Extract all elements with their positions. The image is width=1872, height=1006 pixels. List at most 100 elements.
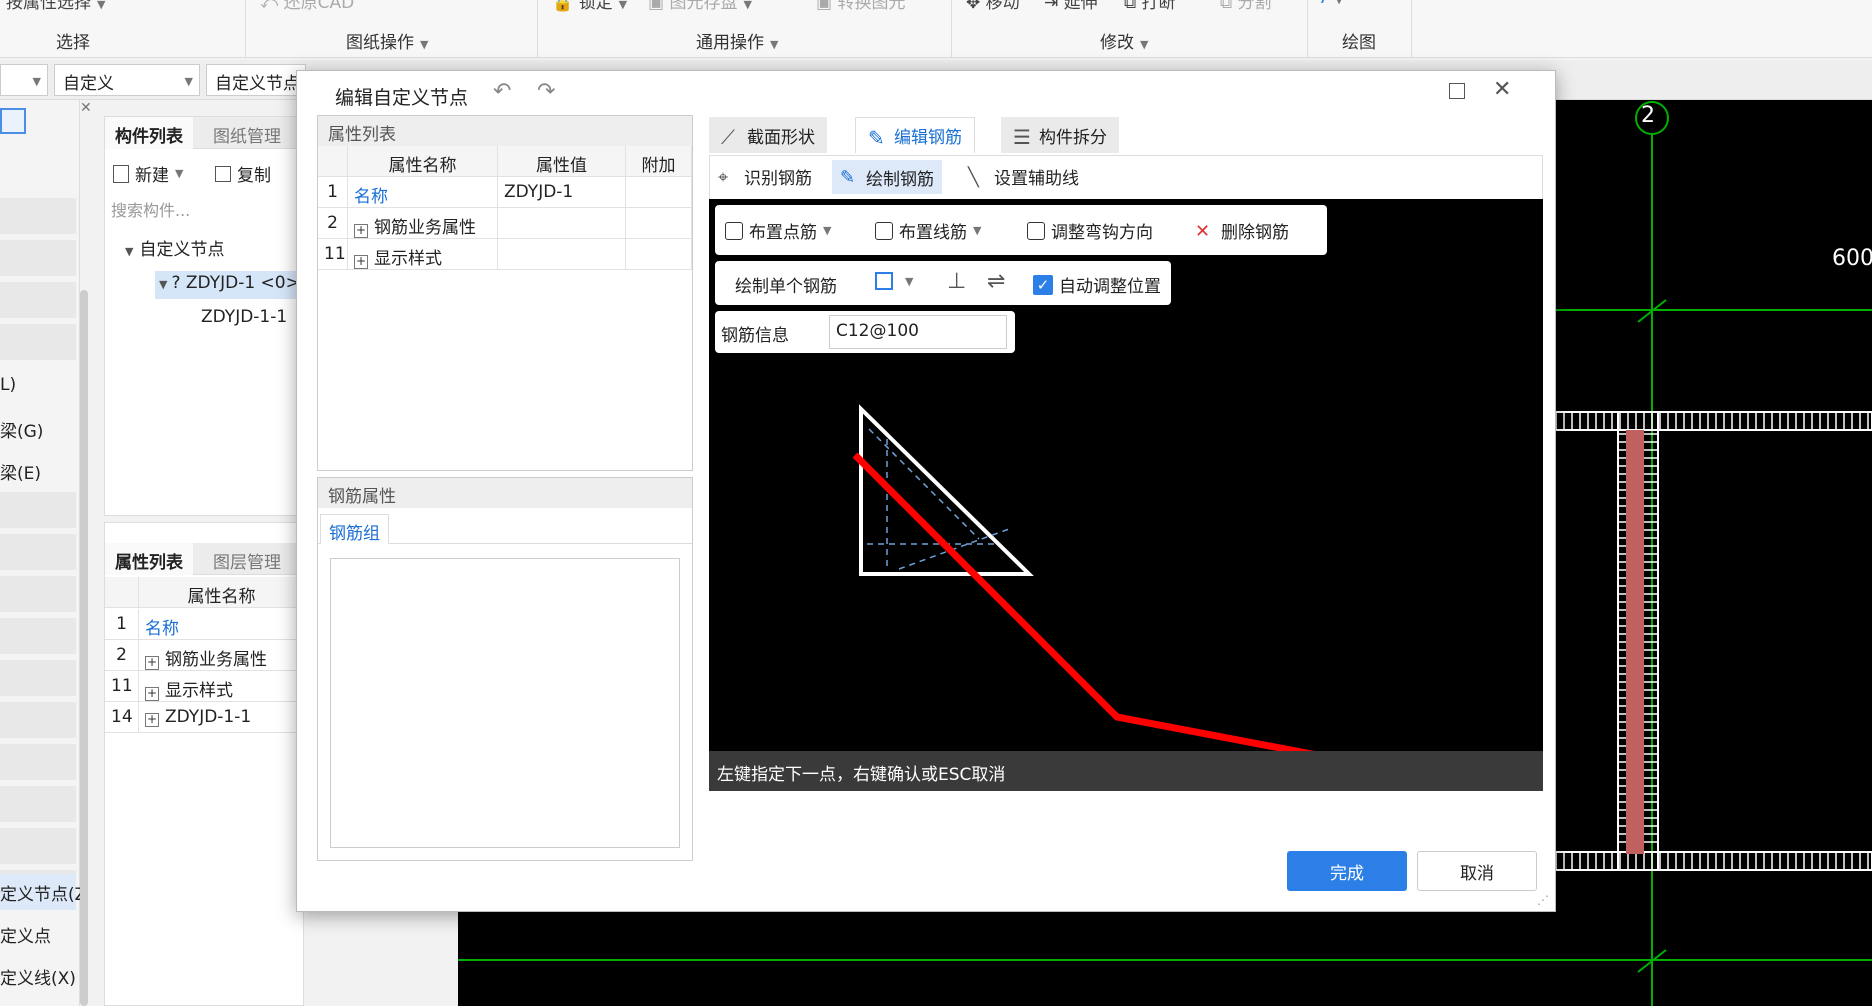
table-row[interactable]: 14 + ZDYJD-1-1	[105, 702, 305, 733]
subtype-combo[interactable]: 自定义节点	[206, 64, 306, 96]
restore-cad-button[interactable]: ⤺ 还原CAD	[260, 0, 354, 13]
cancel-button[interactable]: 取消	[1417, 851, 1537, 891]
aux-line	[898, 528, 1010, 570]
tree-leaf[interactable]: ZDYJD-1-1	[201, 307, 287, 327]
tab-edit-rebar[interactable]: ✎ 编辑钢筋	[855, 117, 975, 153]
undo-icon[interactable]: ↶	[493, 79, 511, 104]
rebar-canvas[interactable]: 布置点筋 ▼ 布置线筋 ▼ 调整弯钩方向 ✕ 删除钢筋 绘制单个钢筋 ▼ ⊥ ⇌ ✓ 自…	[709, 199, 1543, 791]
table-row[interactable]: 11 + 显示样式	[318, 239, 692, 270]
nav-item[interactable]	[0, 618, 76, 654]
nav-item[interactable]	[0, 744, 76, 780]
subtool-bar: ⌖ 识别钢筋 ✎ 绘制钢筋 ╲ 设置辅助线	[709, 155, 1543, 199]
nav-item[interactable]	[0, 786, 76, 822]
lock-button[interactable]: 🔒 锁定 ▼	[552, 0, 627, 13]
expand-icon[interactable]: +	[145, 656, 159, 670]
search-input[interactable]: 搜索构件...	[111, 197, 190, 221]
nav-item[interactable]	[0, 828, 76, 864]
nav-item[interactable]	[0, 198, 76, 234]
draw-tool-button[interactable]: 7▼	[1318, 0, 1343, 8]
table-row[interactable]: 1 名称	[105, 609, 305, 640]
tab-drawing-manage[interactable]: 图纸管理	[203, 117, 291, 149]
nav-item[interactable]	[0, 702, 76, 738]
aux-line-icon: ╲	[968, 166, 979, 188]
checkbox-checked-icon: ✓	[1033, 274, 1053, 295]
rebar-attr-title: 钢筋属性	[318, 478, 692, 508]
table-row[interactable]: 1 名称 ZDYJD-1	[318, 177, 692, 208]
tab-component-split[interactable]: ☰ 构件拆分	[1001, 117, 1119, 153]
nav-item-label[interactable]: 定义节点(Z	[0, 880, 86, 905]
table-row[interactable]: 2 + 钢筋业务属性	[105, 640, 305, 671]
adjust-hook-button[interactable]: 调整弯钩方向	[1027, 218, 1153, 243]
tab-rebar-group[interactable]: 钢筋组	[320, 514, 389, 544]
draw-rebar-button[interactable]: ✎ 绘制钢筋	[832, 160, 942, 194]
copy-button[interactable]: 复制	[215, 161, 271, 186]
nav-item[interactable]	[0, 534, 76, 570]
ribbon-label-modify[interactable]: 修改 ▼	[1100, 28, 1148, 53]
nav-item[interactable]	[0, 324, 76, 360]
tree-item-selected[interactable]: ▼? ZDYJD-1 <0>	[155, 271, 305, 299]
place-line-rebar-button[interactable]: 布置线筋 ▼	[875, 218, 981, 243]
save-element-button[interactable]: ▣ 图元存盘 ▼	[648, 0, 752, 13]
nav-item-label[interactable]: 梁(E)	[0, 459, 41, 484]
tab-property-list[interactable]: 属性列表	[105, 543, 193, 575]
nav-item-label[interactable]: L)	[0, 375, 16, 395]
tab-component-list[interactable]: 构件列表	[105, 117, 193, 149]
ribbon-label-drawing[interactable]: 图纸操作 ▼	[346, 28, 428, 53]
nav-item[interactable]	[0, 282, 76, 318]
hook-icon	[1027, 221, 1045, 240]
nav-scrollbar[interactable]	[80, 290, 88, 1006]
close-icon[interactable]: ✕	[80, 100, 96, 116]
nav-item-label[interactable]: 定义点	[0, 922, 51, 947]
rect-shape-button[interactable]: ▼	[875, 272, 913, 290]
extend-button[interactable]: ⇥ 延伸	[1044, 0, 1098, 13]
rebar-info-input[interactable]: C12@100	[829, 315, 1007, 349]
place-point-rebar-button[interactable]: 布置点筋 ▼	[725, 218, 831, 243]
tab-layer-manage[interactable]: 图层管理	[203, 543, 291, 575]
finish-button[interactable]: 完成	[1287, 851, 1407, 891]
expand-icon[interactable]: +	[354, 255, 368, 269]
new-button[interactable]: 新建 ▼	[113, 161, 183, 186]
nav-item[interactable]	[0, 240, 76, 276]
type-combo[interactable]: 自定义 ▼	[54, 64, 200, 96]
resize-grip-icon[interactable]: ⋰	[1537, 893, 1549, 907]
new-icon	[113, 164, 129, 183]
nav-item[interactable]	[0, 492, 76, 528]
header-attr-name: 属性名称	[139, 577, 305, 608]
table-row[interactable]: 2 + 钢筋业务属性	[318, 208, 692, 239]
auto-adjust-checkbox[interactable]: ✓ 自动调整位置	[1033, 272, 1161, 297]
rebar-group-list[interactable]	[330, 558, 680, 848]
single-rebar-bar: 绘制单个钢筋 ▼ ⊥ ⇌ ✓ 自动调整位置	[715, 261, 1171, 305]
recognize-rebar-button[interactable]: ⌖ 识别钢筋	[718, 164, 812, 190]
pencil-icon: ✎	[840, 167, 856, 188]
tab-section-shape[interactable]: ⟋ 截面形状	[709, 117, 827, 153]
list-view-icon[interactable]	[0, 108, 26, 134]
select-by-attr-button[interactable]: 按属性选择 ▼	[6, 0, 105, 13]
maximize-icon[interactable]	[1449, 83, 1465, 99]
recognize-icon: ⌖	[718, 166, 729, 188]
property-header-row: 属性名称	[105, 577, 305, 608]
split-button[interactable]: ⧉ 分割	[1220, 0, 1272, 13]
close-icon[interactable]: ✕	[1493, 77, 1511, 102]
nav-item-label[interactable]: 梁(G)	[0, 417, 43, 442]
nav-item[interactable]	[0, 660, 76, 696]
nav-item[interactable]	[0, 576, 76, 612]
convert-element-button[interactable]: ▣ 转换图元	[816, 0, 905, 13]
set-aux-line-button[interactable]: ╲ 设置辅助线	[968, 164, 1079, 190]
parallel-icon[interactable]: ⇌	[987, 269, 1005, 294]
ribbon-label-general[interactable]: 通用操作 ▼	[696, 28, 778, 53]
expand-icon[interactable]: +	[145, 713, 159, 727]
expand-icon[interactable]: +	[354, 224, 368, 238]
ribbon-group-drawing: ⤺ 还原CAD 图纸操作 ▼	[246, 0, 538, 58]
table-row[interactable]: 11 + 显示样式	[105, 671, 305, 702]
rebar-info-label: 钢筋信息	[721, 326, 789, 346]
expand-icon[interactable]: +	[145, 687, 159, 701]
move-button[interactable]: ✥ 移动	[966, 0, 1020, 13]
nav-item-label[interactable]: 定义线(X)	[0, 964, 76, 989]
draw-single-rebar-button[interactable]: 绘制单个钢筋	[735, 272, 837, 297]
break-button[interactable]: ⧉ 打断	[1124, 0, 1176, 13]
delete-rebar-button[interactable]: ✕ 删除钢筋	[1195, 218, 1289, 244]
tree-root[interactable]: ▼ 自定义节点	[125, 235, 224, 260]
redo-icon[interactable]: ↷	[537, 79, 555, 104]
floor-combo[interactable]: ▼	[0, 64, 48, 96]
perpendicular-icon[interactable]: ⊥	[947, 269, 966, 294]
